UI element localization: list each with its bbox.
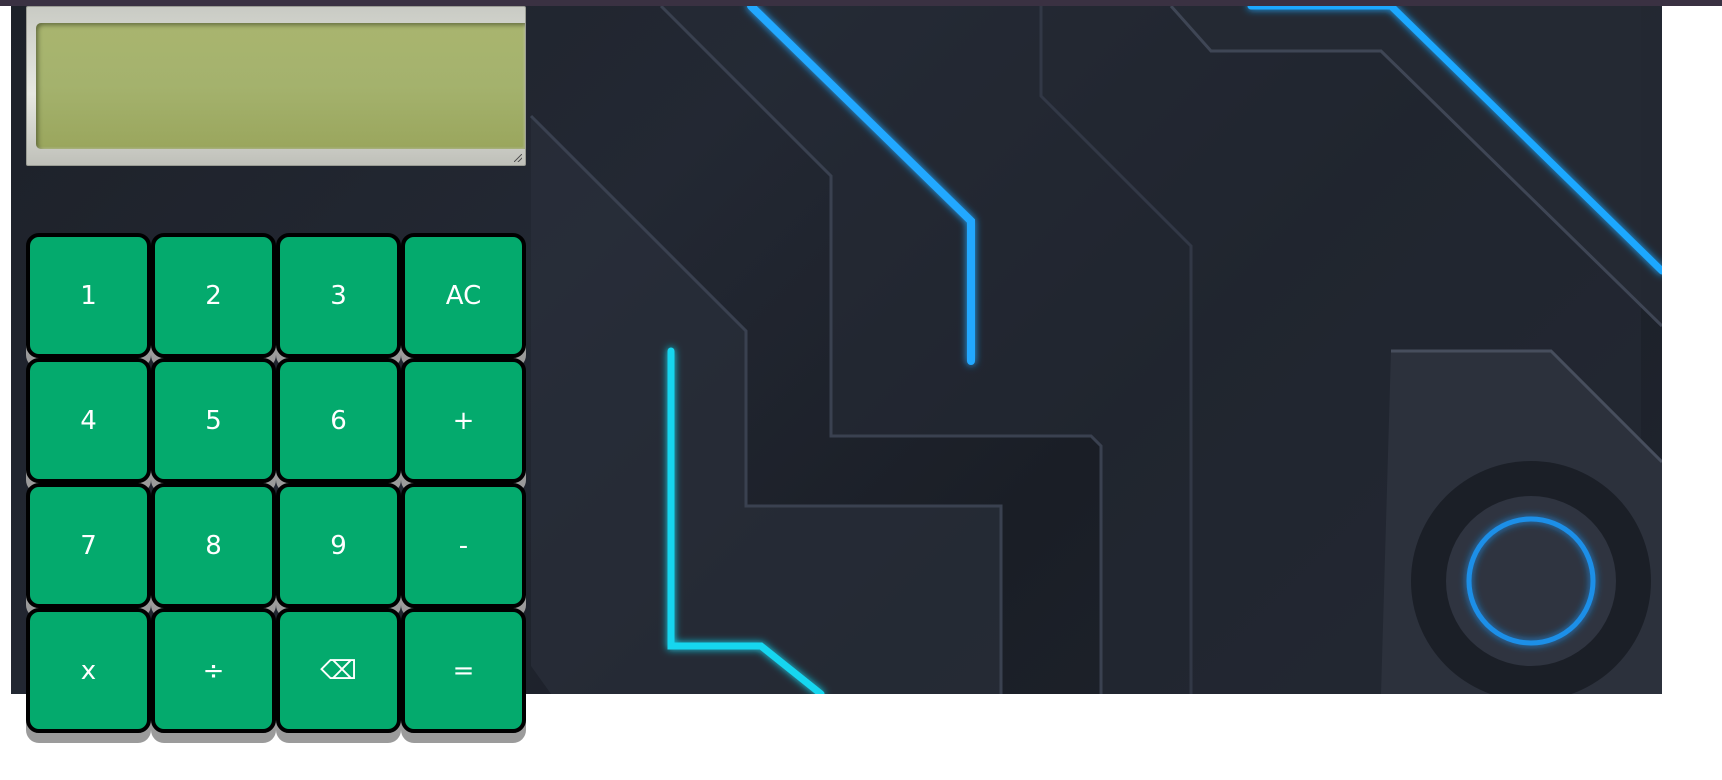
display-screen xyxy=(36,23,525,149)
resize-handle-icon[interactable] xyxy=(514,154,522,162)
backspace-button[interactable]: ⌫ xyxy=(276,608,401,733)
key-8[interactable]: 8 xyxy=(151,483,276,608)
calculator-display xyxy=(26,6,526,166)
key-1[interactable]: 1 xyxy=(26,233,151,358)
all-clear-button[interactable]: AC xyxy=(401,233,526,358)
key-4[interactable]: 4 xyxy=(26,358,151,483)
subtract-button[interactable]: - xyxy=(401,483,526,608)
keypad: 1 2 3 AC 4 5 6 +7 8 9- x ÷ ⌫ = xyxy=(26,233,526,733)
add-button[interactable]: + xyxy=(401,358,526,483)
key-3[interactable]: 3 xyxy=(276,233,401,358)
multiply-button[interactable]: x xyxy=(26,608,151,733)
key-6[interactable]: 6 xyxy=(276,358,401,483)
key-5[interactable]: 5 xyxy=(151,358,276,483)
key-2[interactable]: 2 xyxy=(151,233,276,358)
equals-button[interactable]: = xyxy=(401,608,526,733)
divide-button[interactable]: ÷ xyxy=(151,608,276,733)
key-7[interactable]: 7 xyxy=(26,483,151,608)
key-9[interactable]: 9 xyxy=(276,483,401,608)
